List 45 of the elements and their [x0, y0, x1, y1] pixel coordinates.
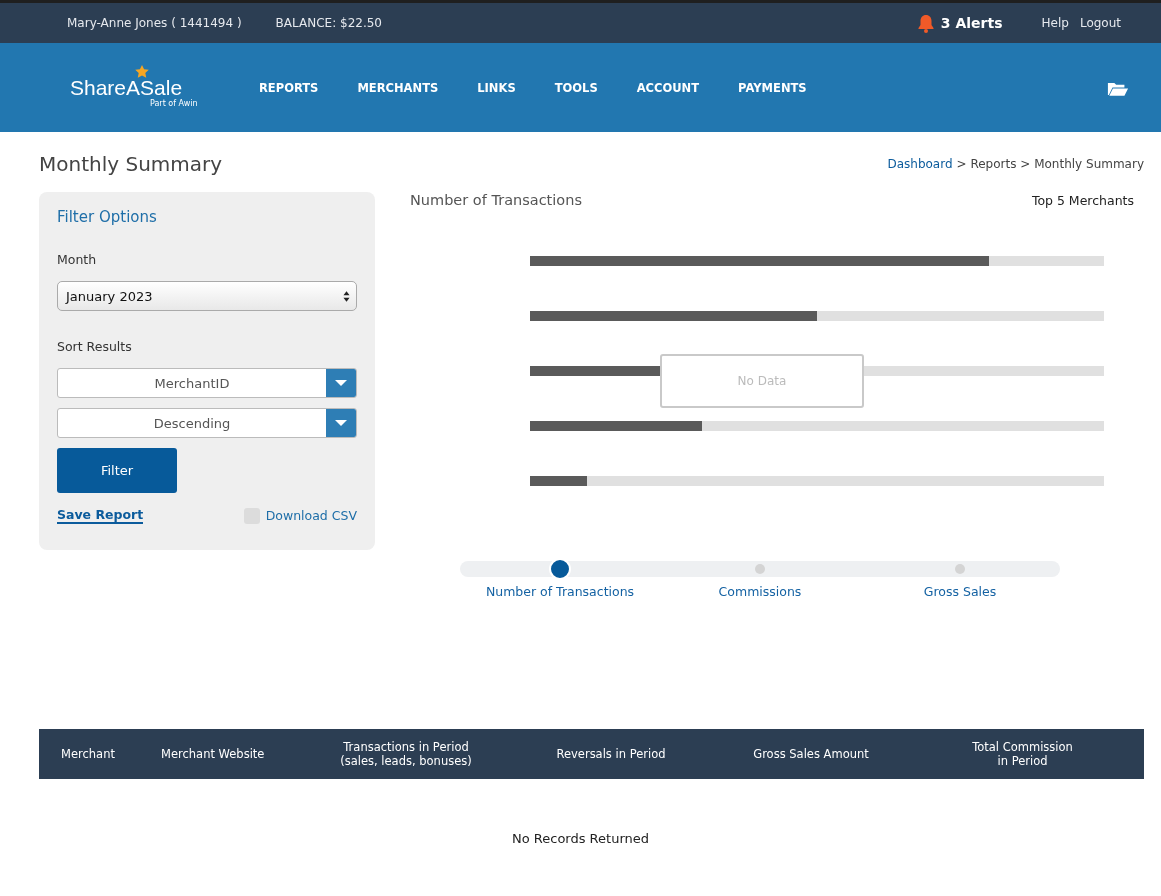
breadcrumb-link[interactable]: Dashboard	[887, 157, 953, 171]
nav-link[interactable]: LINKS	[477, 80, 516, 95]
caret-icon	[335, 420, 347, 426]
column-header: Merchant	[61, 747, 116, 761]
chart-title: Number of Transactions	[410, 192, 582, 208]
metric-tab[interactable]: Gross Sales	[923, 584, 997, 599]
top-link[interactable]: Logout	[1079, 16, 1121, 30]
metric-tab[interactable]: Commissions	[718, 584, 802, 599]
column-header: Merchant Website	[161, 747, 266, 761]
logo-tagline: Part of Awin	[150, 99, 199, 108]
caret-icon	[335, 380, 347, 386]
updown-icon	[343, 290, 350, 302]
sort-select[interactable]: Descending	[57, 408, 357, 438]
empty-message: No Records Returned	[511, 831, 650, 846]
balance-text: BALANCE: $22.50	[275, 16, 382, 30]
page-title: Monthly Summary	[39, 152, 223, 176]
star-icon	[135, 65, 149, 78]
column-header: Reversals in Period	[555, 747, 667, 761]
nav-link[interactable]: REPORTS	[259, 80, 319, 95]
field-label: Month	[57, 252, 98, 267]
nav-link[interactable]: TOOLS	[554, 80, 598, 95]
column-header: Total Commission in Period	[971, 740, 1074, 768]
logo-wordmark: ShareASale	[70, 77, 184, 99]
filter-button[interactable]: Filter	[57, 448, 177, 493]
panel-title: Filter Options	[57, 208, 158, 226]
month-select[interactable]: January 2023	[57, 281, 357, 311]
metric-tab[interactable]: Number of Transactions	[485, 584, 635, 599]
slider-stop[interactable]	[955, 564, 965, 574]
field-label: Sort Results	[57, 339, 133, 354]
slider-handle[interactable]	[549, 558, 571, 580]
breadcrumb-text: > Reports > Monthly Summary	[956, 157, 1144, 171]
checkbox-label[interactable]: Download CSV	[265, 508, 357, 523]
nav-link[interactable]: ACCOUNT	[636, 80, 700, 95]
column-header: Transactions in Period (sales, leads, bonuses)	[339, 740, 473, 768]
top-link[interactable]: Help	[1041, 16, 1069, 30]
chart-subtitle: Top 5 Merchants	[1031, 192, 1134, 208]
column-header: Gross Sales Amount	[752, 747, 870, 761]
no-data-tooltip: No Data	[660, 354, 864, 408]
slider-stop[interactable]	[755, 564, 765, 574]
nav-link[interactable]: MERCHANTS	[357, 80, 439, 95]
nav-link[interactable]: PAYMENTS	[738, 80, 807, 95]
user-name: Mary-Anne Jones ( 1441494 )	[67, 16, 242, 30]
save-report-link[interactable]: Save Report	[57, 507, 144, 524]
alerts-link[interactable]: 3 Alerts	[915, 13, 1003, 33]
sort-select[interactable]: MerchantID	[57, 368, 357, 398]
